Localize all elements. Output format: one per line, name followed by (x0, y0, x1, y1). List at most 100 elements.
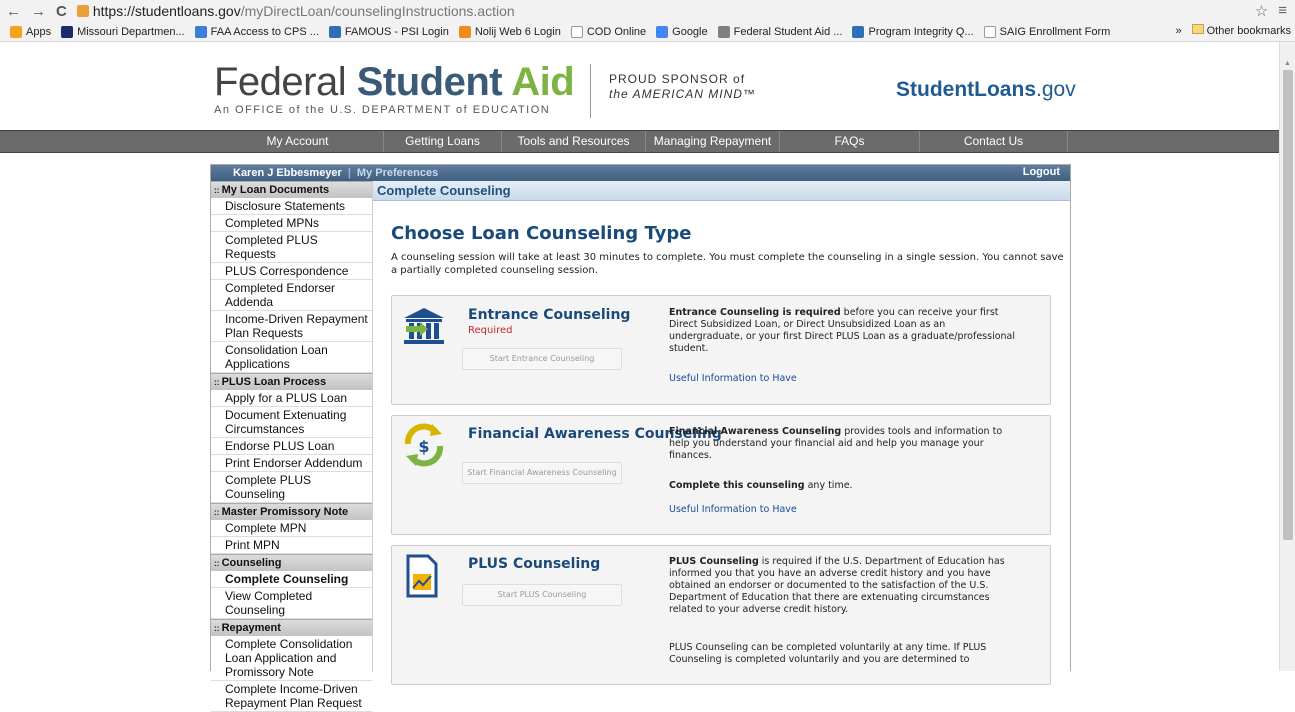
sidebar-item[interactable]: Complete MPN (211, 520, 372, 537)
entrance-counseling-title[interactable]: Entrance Counseling (468, 308, 630, 323)
sidebar-item[interactable]: PLUS Correspondence (211, 263, 372, 280)
main-nav: My Account Getting Loans Tools and Resou… (0, 130, 1279, 153)
bookmark-label: Apps (26, 25, 52, 38)
sidebar: My Loan DocumentsDisclosure StatementsCo… (211, 181, 373, 712)
user-bar: Karen J Ebbesmeyer | My Preferences Logo… (211, 165, 1070, 181)
sidebar-section-header: PLUS Loan Process (211, 373, 372, 390)
entrance-useful-info-link[interactable]: Useful Information to Have (669, 373, 1019, 385)
bookmark-favicon-icon (10, 25, 22, 38)
address-bar[interactable]: https://studentloans.gov/myDirectLoan/co… (76, 3, 515, 19)
logout-link[interactable]: Logout (1023, 166, 1060, 178)
nav-contact-us[interactable]: Contact Us (920, 131, 1068, 152)
lock-icon (76, 5, 89, 17)
required-label: Required (468, 325, 513, 336)
bookmark-item[interactable]: Federal Student Aid ... (717, 25, 843, 38)
menu-icon[interactable]: ≡ (1278, 2, 1287, 20)
main-content: Complete Counseling Choose Loan Counseli… (373, 181, 1070, 685)
bookmark-label: SAIG Enrollment Form (999, 25, 1111, 38)
sl-logo-main: StudentLoans (896, 78, 1036, 101)
forward-icon[interactable]: → (31, 3, 46, 20)
bookmark-label: Google (672, 25, 708, 38)
sidebar-section-header: Repayment (211, 619, 372, 636)
sidebar-item[interactable]: Print Endorser Addendum (211, 455, 372, 472)
content-title: Complete Counseling (373, 181, 1070, 201)
nav-my-account[interactable]: My Account (212, 131, 384, 152)
financial-awareness-desc-2: Complete this counseling any time. (669, 480, 1019, 492)
bookmarks-more-button[interactable]: » (1176, 25, 1182, 37)
bookmark-item[interactable]: SAIG Enrollment Form (983, 25, 1111, 38)
bookmark-item[interactable]: Google (656, 25, 708, 38)
document-chart-icon (406, 554, 438, 598)
nav-managing-repayment[interactable]: Managing Repayment (646, 131, 780, 152)
bookmark-star-icon[interactable]: ☆ (1255, 2, 1268, 20)
entrance-desc-bold: Entrance Counseling is required (669, 307, 841, 318)
site-header: Federal Student Aid An OFFICE of the U.S… (0, 42, 1279, 130)
user-name: Karen J Ebbesmeyer (233, 167, 342, 179)
browser-toolbar: ← → C https://studentloans.gov/myDirectL… (0, 0, 1295, 22)
intro-text: A counseling session will take at least … (391, 252, 1064, 276)
sidebar-item[interactable]: Completed Endorser Addenda (211, 280, 372, 311)
bookmark-favicon-icon (458, 25, 471, 38)
sidebar-item[interactable]: Complete Consolidation Loan Application … (211, 636, 372, 681)
nav-faqs[interactable]: FAQs (780, 131, 920, 152)
bookmark-item[interactable]: COD Online (570, 25, 646, 38)
folder-icon (1191, 24, 1204, 34)
other-bookmarks[interactable]: Other bookmarks (1191, 24, 1291, 37)
bookmark-label: Nolij Web 6 Login (474, 25, 561, 38)
back-icon[interactable]: ← (6, 3, 21, 20)
nav-tools-resources[interactable]: Tools and Resources (502, 131, 646, 152)
start-entrance-counseling-button[interactable]: Start Entrance Counseling (462, 348, 622, 370)
page-scrollbar[interactable]: ▲ (1279, 42, 1295, 671)
sidebar-item[interactable]: Complete Counseling (211, 571, 372, 588)
nav-getting-loans[interactable]: Getting Loans (384, 131, 502, 152)
scroll-up-icon[interactable]: ▲ (1284, 60, 1291, 67)
plus-counseling-card: PLUS Counseling Start PLUS Counseling PL… (391, 545, 1051, 685)
plus-counseling-desc: PLUS Counseling is required if the U.S. … (669, 556, 1019, 616)
svg-text:$: $ (418, 437, 429, 456)
sponsor-text: PROUD SPONSOR of the AMERICAN MIND™ (609, 72, 756, 102)
financial-desc2-bold: Complete this counseling (669, 480, 805, 491)
bookmark-label: Federal Student Aid ... (733, 25, 843, 38)
financial-useful-info-link[interactable]: Useful Information to Have (669, 504, 1019, 516)
user-bar-separator: | (347, 167, 351, 179)
sidebar-item[interactable]: Consolidation Loan Applications (211, 342, 372, 373)
bookmark-label: Missouri Departmen... (77, 25, 185, 38)
bookmark-label: FAA Access to CPS ... (210, 25, 319, 38)
scrollbar-thumb[interactable] (1283, 70, 1293, 540)
plus-counseling-title[interactable]: PLUS Counseling (468, 557, 600, 572)
bookmark-item[interactable]: Missouri Departmen... (61, 25, 185, 38)
start-plus-counseling-button[interactable]: Start PLUS Counseling (462, 584, 622, 606)
sidebar-section-header: Counseling (211, 554, 372, 571)
reload-icon[interactable]: C (56, 3, 67, 20)
plus-desc-bold: PLUS Counseling (669, 556, 759, 567)
fsa-logo[interactable]: Federal Student Aid (214, 62, 575, 102)
sidebar-item[interactable]: Disclosure Statements (211, 198, 372, 215)
sidebar-item[interactable]: Complete PLUS Counseling (211, 472, 372, 503)
sidebar-item[interactable]: Completed MPNs (211, 215, 372, 232)
page-shell: Karen J Ebbesmeyer | My Preferences Logo… (210, 164, 1071, 712)
sponsor-line-2: the AMERICAN MIND™ (609, 87, 756, 101)
bookmark-item[interactable]: Nolij Web 6 Login (458, 25, 561, 38)
my-preferences-link[interactable]: My Preferences (357, 167, 438, 179)
bank-icon (404, 308, 444, 344)
sidebar-item[interactable]: Endorse PLUS Loan (211, 438, 372, 455)
bookmark-item[interactable]: FAMOUS - PSI Login (328, 25, 449, 38)
sidebar-section-header: Master Promissory Note (211, 503, 372, 520)
sidebar-item[interactable]: Print MPN (211, 537, 372, 554)
start-financial-awareness-button[interactable]: Start Financial Awareness Counseling (462, 462, 622, 484)
bookmark-item[interactable]: Program Integrity Q... (852, 25, 974, 38)
logo-divider (590, 64, 591, 118)
studentloans-logo[interactable]: StudentLoans.gov (896, 78, 1076, 102)
sidebar-item[interactable]: View Completed Counseling (211, 588, 372, 619)
bookmark-favicon-icon (656, 25, 669, 38)
bookmark-favicon-icon (328, 25, 341, 38)
sidebar-item[interactable]: Completed PLUS Requests (211, 232, 372, 263)
sidebar-item[interactable]: Income-Driven Repayment Plan Requests (211, 311, 372, 342)
sidebar-item[interactable]: Document Extenuating Circumstances (211, 407, 372, 438)
bookmark-item[interactable]: Apps (10, 25, 52, 38)
sidebar-item[interactable]: Apply for a PLUS Loan (211, 390, 372, 407)
sidebar-item[interactable]: Complete Income-Driven Repayment Plan Re… (211, 681, 372, 712)
financial-awareness-card: $ Financial Awareness Counseling Start F… (391, 415, 1051, 535)
sidebar-section-header: My Loan Documents (211, 181, 372, 198)
bookmark-item[interactable]: FAA Access to CPS ... (194, 25, 319, 38)
